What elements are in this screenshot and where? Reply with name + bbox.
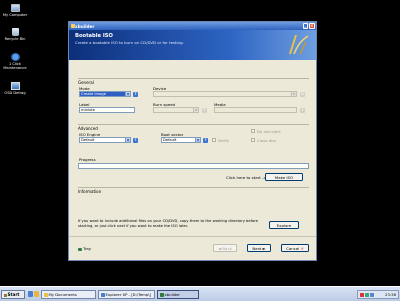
burn-speed-help-icon[interactable]: ? bbox=[202, 107, 207, 113]
tray-button[interactable]: Tray bbox=[78, 246, 91, 251]
xbuilder-icon bbox=[160, 293, 164, 297]
cancel-button[interactable]: Cancel ✕ bbox=[281, 244, 309, 252]
chevron-down-icon: ▼ bbox=[193, 108, 198, 112]
next-button[interactable]: Next ► bbox=[247, 244, 271, 252]
computer-icon bbox=[10, 4, 20, 12]
tray-alert-icon[interactable] bbox=[360, 293, 364, 297]
window-title: xbuilder bbox=[75, 23, 95, 29]
chevron-down-icon: ▼ bbox=[291, 92, 296, 96]
window-titlebar[interactable]: xbuilder _ × bbox=[69, 22, 316, 30]
desktop-icon-label: OSD Defrag bbox=[4, 91, 26, 95]
recycle-bin-icon bbox=[11, 28, 19, 36]
close-disc-checkbox[interactable] bbox=[251, 138, 255, 142]
task-my-documents[interactable]: My Documents bbox=[41, 290, 96, 299]
desktop-icon-label: My Computer bbox=[2, 13, 28, 17]
header-banner: Bootable ISO Create a bootable ISO to bu… bbox=[69, 30, 316, 60]
desktop-icon-recycle-bin[interactable]: Recycle Bin bbox=[1, 28, 29, 41]
boot-sector-help-icon[interactable]: ? bbox=[203, 137, 208, 143]
media-field bbox=[214, 107, 297, 113]
banner-subtitle: Create a bootable ISO to burn on CD/DVD … bbox=[75, 40, 184, 45]
media-info-icon[interactable]: i bbox=[300, 107, 305, 113]
do-not-eject-label: Do not eject bbox=[257, 128, 281, 134]
cancel-icon: ✕ bbox=[300, 246, 304, 251]
explorer-icon bbox=[101, 293, 105, 297]
make-iso-button[interactable]: Make ISO bbox=[265, 173, 303, 181]
xbuilder-window: xbuilder _ × Bootable ISO Create a boota… bbox=[68, 21, 317, 261]
advanced-group: Advanced ISO Engine Default ▼ ? Boot sect… bbox=[78, 124, 309, 154]
desktop-icon-label: 1 Click Maintenance bbox=[3, 62, 27, 70]
do-not-eject-checkbox[interactable] bbox=[251, 129, 255, 133]
verify-checkbox[interactable] bbox=[212, 138, 216, 142]
close-disc-label: Close disc bbox=[257, 137, 277, 143]
start-button[interactable]: Start bbox=[1, 290, 25, 299]
quicklaunch-folder-icon[interactable] bbox=[34, 291, 39, 297]
advanced-group-title: Advanced bbox=[78, 126, 98, 131]
device-select[interactable]: ▼ bbox=[153, 91, 297, 97]
general-group-title: General bbox=[78, 80, 94, 85]
iso-engine-help-icon[interactable]: ? bbox=[133, 137, 138, 143]
quicklaunch-explorer-icon[interactable] bbox=[28, 291, 33, 297]
iso-engine-select[interactable]: Default ▼ bbox=[79, 137, 131, 143]
general-group: General Mode Create Image ▼ ? Device ▼ ↻ … bbox=[78, 78, 309, 122]
device-refresh-icon[interactable]: ↻ bbox=[300, 91, 305, 97]
mode-select[interactable]: Create Image ▼ bbox=[79, 91, 131, 97]
banner-title: Bootable ISO bbox=[75, 33, 113, 39]
back-button[interactable]: ◄ Back bbox=[213, 244, 237, 252]
defrag-icon bbox=[10, 82, 20, 90]
maintenance-icon bbox=[10, 53, 20, 61]
desktop-icon-osd-defrag[interactable]: OSD Defrag bbox=[1, 82, 29, 95]
folder-icon bbox=[44, 293, 48, 297]
mode-help-icon[interactable]: ? bbox=[133, 91, 138, 97]
tray-network-icon[interactable] bbox=[365, 293, 369, 297]
wizard-footer: Tray ◄ Back Next ► Cancel ✕ bbox=[69, 236, 316, 262]
taskbar: Start My Documents Explorer XP - [D:\Tem… bbox=[0, 286, 400, 301]
chevron-down-icon: ▼ bbox=[195, 138, 200, 142]
tray-icon bbox=[78, 247, 82, 251]
progress-hint: Click here to start -> bbox=[226, 175, 267, 180]
xbuilder-logo-icon bbox=[289, 34, 309, 55]
task-explorer[interactable]: Explorer XP - [D:\Temp\] bbox=[98, 290, 155, 299]
desktop-icon-label: Recycle Bin bbox=[4, 37, 26, 41]
burn-speed-select[interactable]: ▼ bbox=[153, 107, 199, 113]
close-button[interactable]: × bbox=[309, 23, 315, 29]
chevron-down-icon: ▼ bbox=[125, 92, 130, 96]
app-icon bbox=[70, 23, 75, 28]
desktop-icon-my-computer[interactable]: My Computer bbox=[1, 4, 29, 17]
label-input[interactable]: minixte bbox=[79, 107, 135, 113]
tray-volume-icon[interactable] bbox=[370, 293, 374, 297]
task-xbuilder[interactable]: xbuilder bbox=[157, 290, 199, 299]
progress-bar bbox=[78, 163, 309, 169]
explore-button[interactable]: Explore bbox=[269, 221, 299, 229]
information-group-title: Information bbox=[78, 189, 102, 194]
chevron-down-icon: ▼ bbox=[125, 138, 130, 142]
minimize-button[interactable]: _ bbox=[302, 23, 308, 29]
boot-sector-select[interactable]: Default ▼ bbox=[161, 137, 201, 143]
verify-label: Verify bbox=[218, 137, 230, 143]
progress-title: Progress bbox=[79, 157, 96, 162]
system-tray: 23:38 bbox=[357, 290, 399, 299]
desktop-icon-maintenance[interactable]: 1 Click Maintenance bbox=[1, 53, 29, 70]
clock[interactable]: 23:38 bbox=[385, 292, 396, 297]
information-text: If you want to include additional files … bbox=[78, 219, 258, 228]
windows-flag-icon bbox=[3, 293, 7, 297]
